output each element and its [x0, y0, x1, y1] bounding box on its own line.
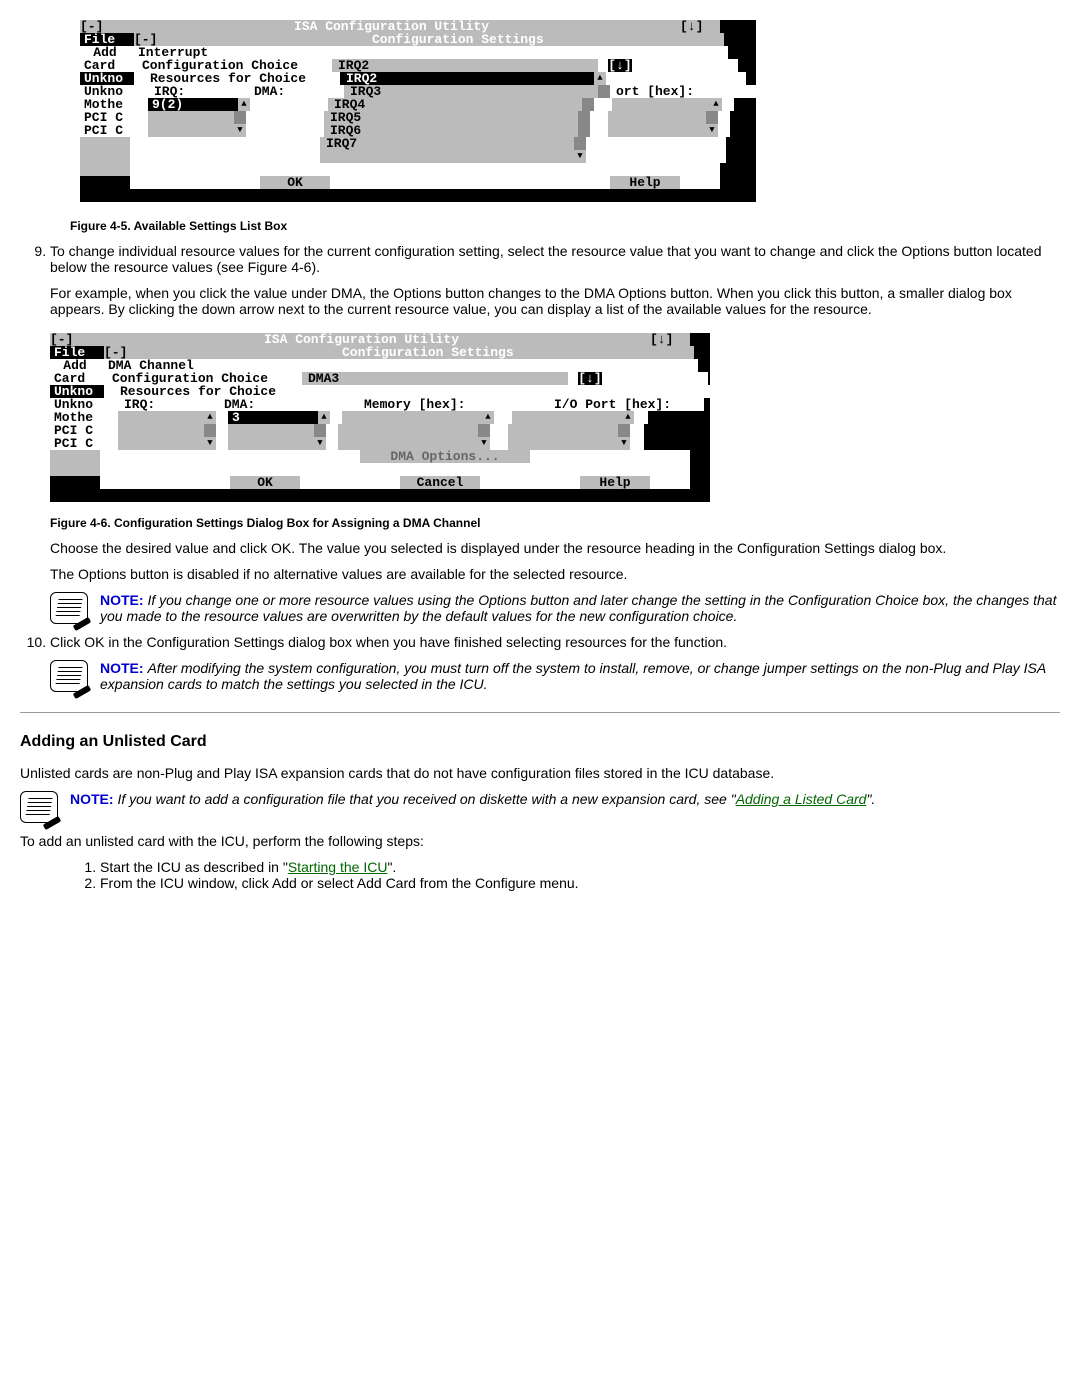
- ok-button[interactable]: OK: [260, 176, 330, 189]
- dma-selected-value[interactable]: 3: [228, 411, 318, 424]
- section-heading: Adding an Unlisted Card: [20, 733, 1060, 751]
- scroll-up-icon[interactable]: ▲: [482, 411, 494, 424]
- list-item[interactable]: IRQ5: [324, 111, 578, 124]
- dropdown-icon[interactable]: [↓]: [608, 59, 632, 72]
- dialog-title: Configuration Settings: [372, 33, 572, 46]
- list-item[interactable]: IRQ6: [324, 124, 578, 137]
- scroll-up-icon[interactable]: ▲: [318, 411, 330, 424]
- scroll-up-icon[interactable]: ▲: [204, 411, 216, 424]
- scroll-up-icon[interactable]: ▲: [710, 98, 722, 111]
- divider: [20, 712, 1060, 713]
- substep-1-before: Start the ICU as described in ": [100, 859, 288, 875]
- scroll-up-icon[interactable]: ▲: [238, 98, 250, 111]
- figure-caption: Figure 4-5. Available Settings List Box: [70, 219, 1060, 233]
- section-lead: To add an unlisted card with the ICU, pe…: [20, 833, 1060, 849]
- note-body: NOTE: If you want to add a configuration…: [70, 791, 875, 807]
- scroll-down-icon[interactable]: ▼: [314, 437, 326, 450]
- label-memory: Memory [hex]:: [324, 398, 554, 411]
- label-dma: DMA:: [254, 85, 344, 98]
- note-text-before: If you want to add a configuration file …: [117, 791, 735, 807]
- screenshot-fig-4-6: [-] ISA Configuration Utility [↓][↑] Fil…: [50, 333, 710, 502]
- scroll-down-icon[interactable]: ▼: [204, 437, 216, 450]
- note-label: NOTE:: [100, 592, 144, 608]
- step-10-text: Click OK in the Configuration Settings d…: [50, 634, 727, 650]
- note-text: After modifying the system configuration…: [100, 660, 1046, 692]
- note-label: NOTE:: [100, 660, 144, 676]
- note-body: NOTE: After modifying the system configu…: [100, 660, 1060, 692]
- note-icon: [20, 791, 58, 823]
- note-text: If you change one or more resource value…: [100, 592, 1056, 624]
- label-irq: IRQ:: [104, 398, 224, 411]
- para-disabled: The Options button is disabled if no alt…: [50, 566, 1060, 582]
- sidebar-item[interactable]: PCI C: [50, 437, 104, 450]
- list-item[interactable]: [320, 150, 574, 163]
- note-icon: [50, 660, 88, 692]
- list-item[interactable]: IRQ4: [328, 98, 582, 111]
- note-label: NOTE:: [70, 791, 114, 807]
- scroll-down-icon[interactable]: ▼: [618, 437, 630, 450]
- list-item[interactable]: IRQ3: [344, 85, 598, 98]
- section-intro: Unlisted cards are non-Plug and Play ISA…: [20, 765, 1060, 781]
- list-item[interactable]: IRQ7: [320, 137, 574, 150]
- config-choice-value[interactable]: DMA3: [302, 372, 568, 385]
- scroll-up-icon[interactable]: ▲: [594, 72, 606, 85]
- ok-button[interactable]: OK: [230, 476, 300, 489]
- sidebar-item[interactable]: PCI C: [80, 124, 134, 137]
- step-9-text: To change individual resource values for…: [50, 243, 1041, 275]
- step-10: Click OK in the Configuration Settings d…: [50, 634, 1060, 692]
- label-io-port: I/O Port [hex]:: [554, 398, 704, 411]
- window-resize-icon: [↓][↑]: [680, 20, 720, 33]
- scroll-up-icon[interactable]: ▲: [622, 411, 634, 424]
- window-resize-icon: [↓][↑]: [650, 333, 690, 346]
- substep-1-after: ".: [387, 859, 396, 875]
- link-adding-listed-card[interactable]: Adding a Listed Card: [736, 791, 867, 807]
- step-9-para: For example, when you click the value un…: [50, 285, 1060, 317]
- label-port-hex: ort [hex]:: [610, 85, 756, 98]
- figure-caption: Figure 4-6. Configuration Settings Dialo…: [50, 516, 1060, 530]
- cancel-button[interactable]: Cancel: [400, 476, 480, 489]
- note-body: NOTE: If you change one or more resource…: [100, 592, 1060, 624]
- dma-options-button[interactable]: DMA Options...: [360, 450, 530, 463]
- substep-1: Start the ICU as described in "Starting …: [100, 859, 1060, 875]
- note-text-after: ".: [866, 791, 875, 807]
- help-button[interactable]: Help: [610, 176, 680, 189]
- para-choose: Choose the desired value and click OK. T…: [50, 540, 1060, 556]
- help-button[interactable]: Help: [580, 476, 650, 489]
- scroll-down-icon[interactable]: ▼: [234, 124, 246, 137]
- dialog-title: Configuration Settings: [342, 346, 542, 359]
- irq-selected-value[interactable]: 9(2): [148, 98, 238, 111]
- link-starting-icu[interactable]: Starting the ICU: [288, 859, 388, 875]
- scroll-down-icon[interactable]: ▼: [574, 150, 586, 163]
- scroll-down-icon[interactable]: ▼: [706, 124, 718, 137]
- step-9: To change individual resource values for…: [50, 243, 1060, 624]
- note-icon: [50, 592, 88, 624]
- screenshot-fig-4-5: [-] ISA Configuration Utility [↓][↑] Fil…: [80, 20, 756, 202]
- dropdown-icon[interactable]: [↓]: [578, 372, 602, 385]
- substep-2: From the ICU window, click Add or select…: [100, 875, 1060, 891]
